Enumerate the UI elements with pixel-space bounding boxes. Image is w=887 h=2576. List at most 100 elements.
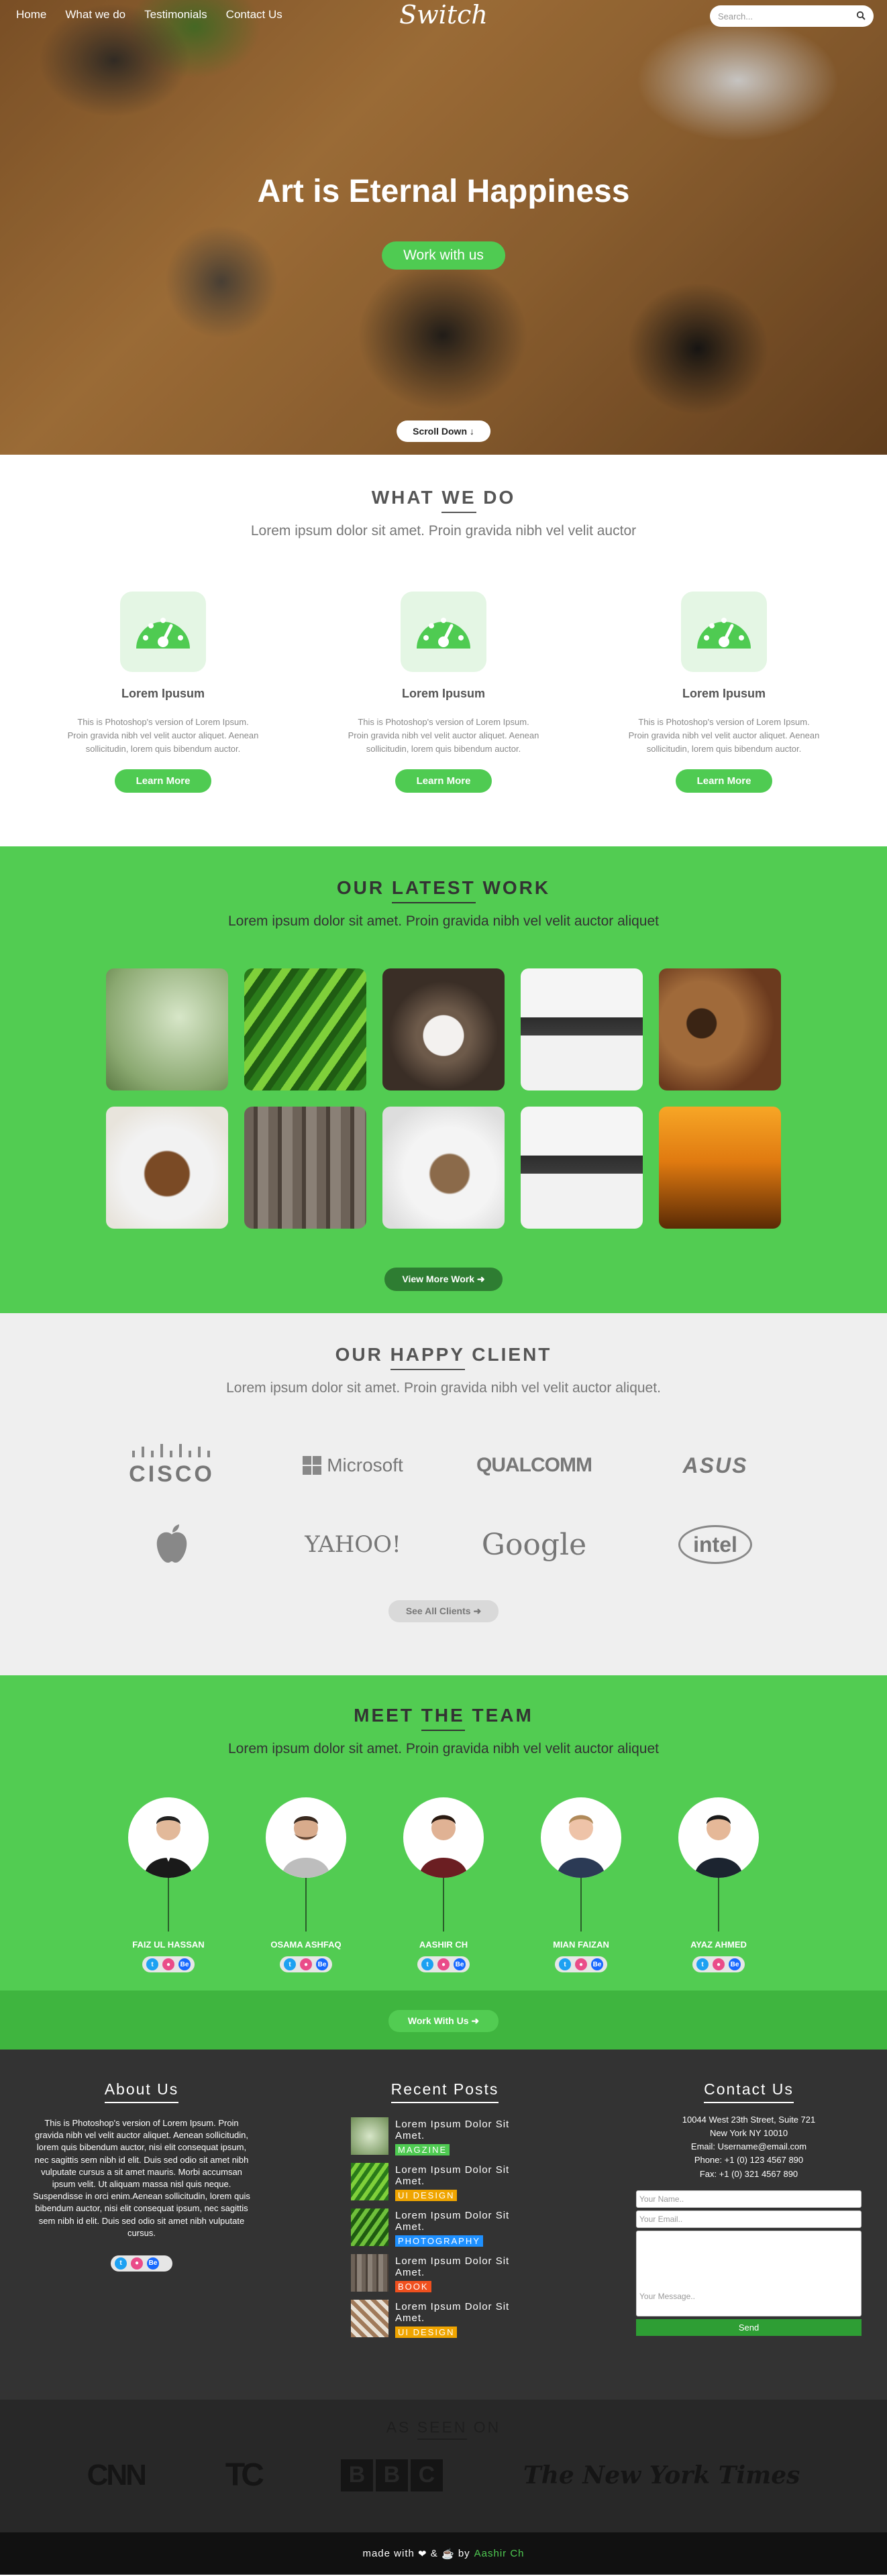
dribbble-icon[interactable]: ● [437, 1958, 450, 1970]
behance-icon[interactable]: Be [147, 2257, 159, 2270]
name-field[interactable]: Your Name.. [636, 2190, 862, 2208]
avatar[interactable] [541, 1797, 621, 1878]
learn-more-button[interactable]: Learn More [675, 769, 773, 793]
member-socials: t ● Be [692, 1956, 745, 1972]
service-card: Lorem Ipusum This is Photoshop's version… [66, 592, 260, 793]
connector-line [168, 1878, 169, 1931]
portfolio-image[interactable] [106, 968, 228, 1090]
post-title[interactable]: Lorem Ipsum Dolor Sit Amet. [395, 2164, 539, 2187]
nav-contact-us[interactable]: Contact Us [226, 8, 282, 21]
twitter-icon[interactable]: t [696, 1958, 709, 1970]
service-cards: Lorem Ipusum This is Photoshop's version… [0, 592, 887, 793]
work-with-us-label: Work With Us [407, 2015, 469, 2026]
work-with-us-button[interactable]: Work With Us ➜ [388, 2010, 499, 2032]
arrow-right-icon: ➜ [476, 1274, 485, 1284]
nav-home[interactable]: Home [16, 8, 46, 21]
post-thumbnail[interactable] [351, 2300, 388, 2337]
view-more-work-button[interactable]: View More Work ➜ [384, 1268, 503, 1291]
google-logo: Google [481, 1527, 587, 1562]
behance-icon[interactable]: Be [316, 1958, 328, 1970]
team-member: FAIZ UL HASSAN t ● Be [128, 1797, 209, 1972]
behance-icon[interactable]: Be [178, 1958, 191, 1970]
portfolio-image[interactable] [659, 968, 781, 1090]
card-text: This is Photoshop's version of Lorem Ips… [628, 717, 820, 754]
avatar[interactable] [403, 1797, 484, 1878]
service-card: Lorem Ipusum This is Photoshop's version… [347, 592, 540, 793]
post-thumbnail[interactable] [351, 2163, 388, 2200]
portfolio-image[interactable] [244, 1107, 366, 1229]
avatar[interactable] [266, 1797, 346, 1878]
behance-icon[interactable]: Be [454, 1958, 466, 1970]
portfolio-image[interactable] [106, 1107, 228, 1229]
see-all-clients-button[interactable]: See All Clients ➜ [388, 1600, 499, 1622]
work-with-us-button[interactable]: Work with us [382, 241, 505, 270]
dribbble-icon[interactable]: ● [713, 1958, 725, 1970]
nav-what-we-do[interactable]: What we do [65, 8, 125, 21]
twitter-icon[interactable]: t [421, 1958, 433, 1970]
section-title: WHAT WE DO [0, 487, 887, 513]
avatar[interactable] [128, 1797, 209, 1878]
dribbble-icon[interactable]: ● [131, 2257, 143, 2270]
card-text: This is Photoshop's version of Lorem Ips… [348, 717, 539, 754]
dribbble-icon[interactable]: ● [300, 1958, 312, 1970]
cnn-logo: CNN [87, 2458, 147, 2491]
dribbble-icon[interactable]: ● [575, 1958, 587, 1970]
team-members: FAIZ UL HASSAN t ● Be OSAMA ASHFAQ t ● B… [0, 1797, 887, 1972]
portfolio-image[interactable] [521, 1107, 643, 1229]
post-tag[interactable]: UI DESIGN [395, 2190, 458, 2201]
behance-icon[interactable]: Be [729, 1958, 741, 1970]
post-tag[interactable]: BOOK [395, 2281, 431, 2292]
recent-post[interactable]: Lorem Ipsum Dolor Sit Amet. MAGZINE [351, 2117, 539, 2156]
recent-post[interactable]: Lorem Ipsum Dolor Sit Amet. PHOTOGRAPHY [351, 2208, 539, 2247]
learn-more-button[interactable]: Learn More [114, 769, 212, 793]
twitter-icon[interactable]: t [146, 1958, 158, 1970]
contact-title: Contact Us [636, 2080, 862, 2103]
email-field[interactable]: Your Email.. [636, 2210, 862, 2228]
post-thumbnail[interactable] [351, 2208, 388, 2246]
avatar[interactable] [678, 1797, 759, 1878]
section-subtitle: Lorem ipsum dolor sit amet. Proin gravid… [226, 1380, 661, 1396]
message-field[interactable]: Your Message.. [636, 2230, 862, 2316]
post-tag[interactable]: MAGZINE [395, 2144, 450, 2155]
as-seen-on-title: AS SEEN ON [0, 2418, 887, 2440]
search-icon[interactable] [856, 11, 866, 22]
twitter-icon[interactable]: t [284, 1958, 296, 1970]
post-thumbnail[interactable] [351, 2254, 388, 2292]
post-title[interactable]: Lorem Ipsum Dolor Sit Amet. [395, 2119, 539, 2141]
card-title: Lorem Ipusum [401, 687, 485, 700]
twitter-icon[interactable]: t [559, 1958, 571, 1970]
as-seen-on-section: AS SEEN ON CNN TC BBC The New York Times [0, 2400, 887, 2532]
behance-icon[interactable]: Be [591, 1958, 603, 1970]
scroll-down-button[interactable]: Scroll Down ↓ [397, 421, 490, 442]
portfolio-image[interactable] [244, 968, 366, 1090]
portfolio-image[interactable] [521, 968, 643, 1090]
member-name: OSAMA ASHFAQ [270, 1940, 342, 1950]
post-title[interactable]: Lorem Ipsum Dolor Sit Amet. [395, 2210, 539, 2233]
recent-post[interactable]: Lorem Ipsum Dolor Sit Amet. BOOK [351, 2254, 539, 2293]
arrow-right-icon: ➜ [471, 2015, 480, 2026]
member-socials: t ● Be [417, 1956, 470, 1972]
send-button[interactable]: Send [636, 2318, 862, 2336]
portfolio-image[interactable] [659, 1107, 781, 1229]
search-input[interactable]: Search... [710, 5, 874, 27]
post-thumbnail[interactable] [351, 2117, 388, 2155]
see-all-clients-label: See All Clients [405, 1606, 471, 1616]
post-tag[interactable]: PHOTOGRAPHY [395, 2235, 483, 2247]
post-title[interactable]: Lorem Ipsum Dolor Sit Amet. [395, 2301, 539, 2324]
post-tag[interactable]: UI DESIGN [395, 2327, 458, 2338]
recent-post[interactable]: Lorem Ipsum Dolor Sit Amet. UI DESIGN [351, 2300, 539, 2339]
twitter-icon[interactable]: t [115, 2257, 127, 2270]
author-link[interactable]: Aashir Ch [474, 2548, 525, 2559]
bbc-logo: BBC [340, 2459, 443, 2491]
post-title[interactable]: Lorem Ipsum Dolor Sit Amet. [395, 2255, 539, 2278]
site-logo[interactable]: Switch [399, 0, 488, 30]
dribbble-icon[interactable]: ● [162, 1958, 174, 1970]
nav-testimonials[interactable]: Testimonials [144, 8, 207, 21]
learn-more-button[interactable]: Learn More [395, 769, 492, 793]
portfolio-image[interactable] [382, 968, 505, 1090]
portfolio-image[interactable] [382, 1107, 505, 1229]
bottom-bar: made with ❤ & ☕ by Aashir Ch [0, 2532, 887, 2575]
recent-post[interactable]: Lorem Ipsum Dolor Sit Amet. UI DESIGN [351, 2163, 539, 2202]
section-title: MEET THE TEAM [0, 1705, 887, 1731]
client-logos: CISCO Microsoft QUALCOMM ASUS YAHOO! Goo… [0, 1442, 887, 1568]
